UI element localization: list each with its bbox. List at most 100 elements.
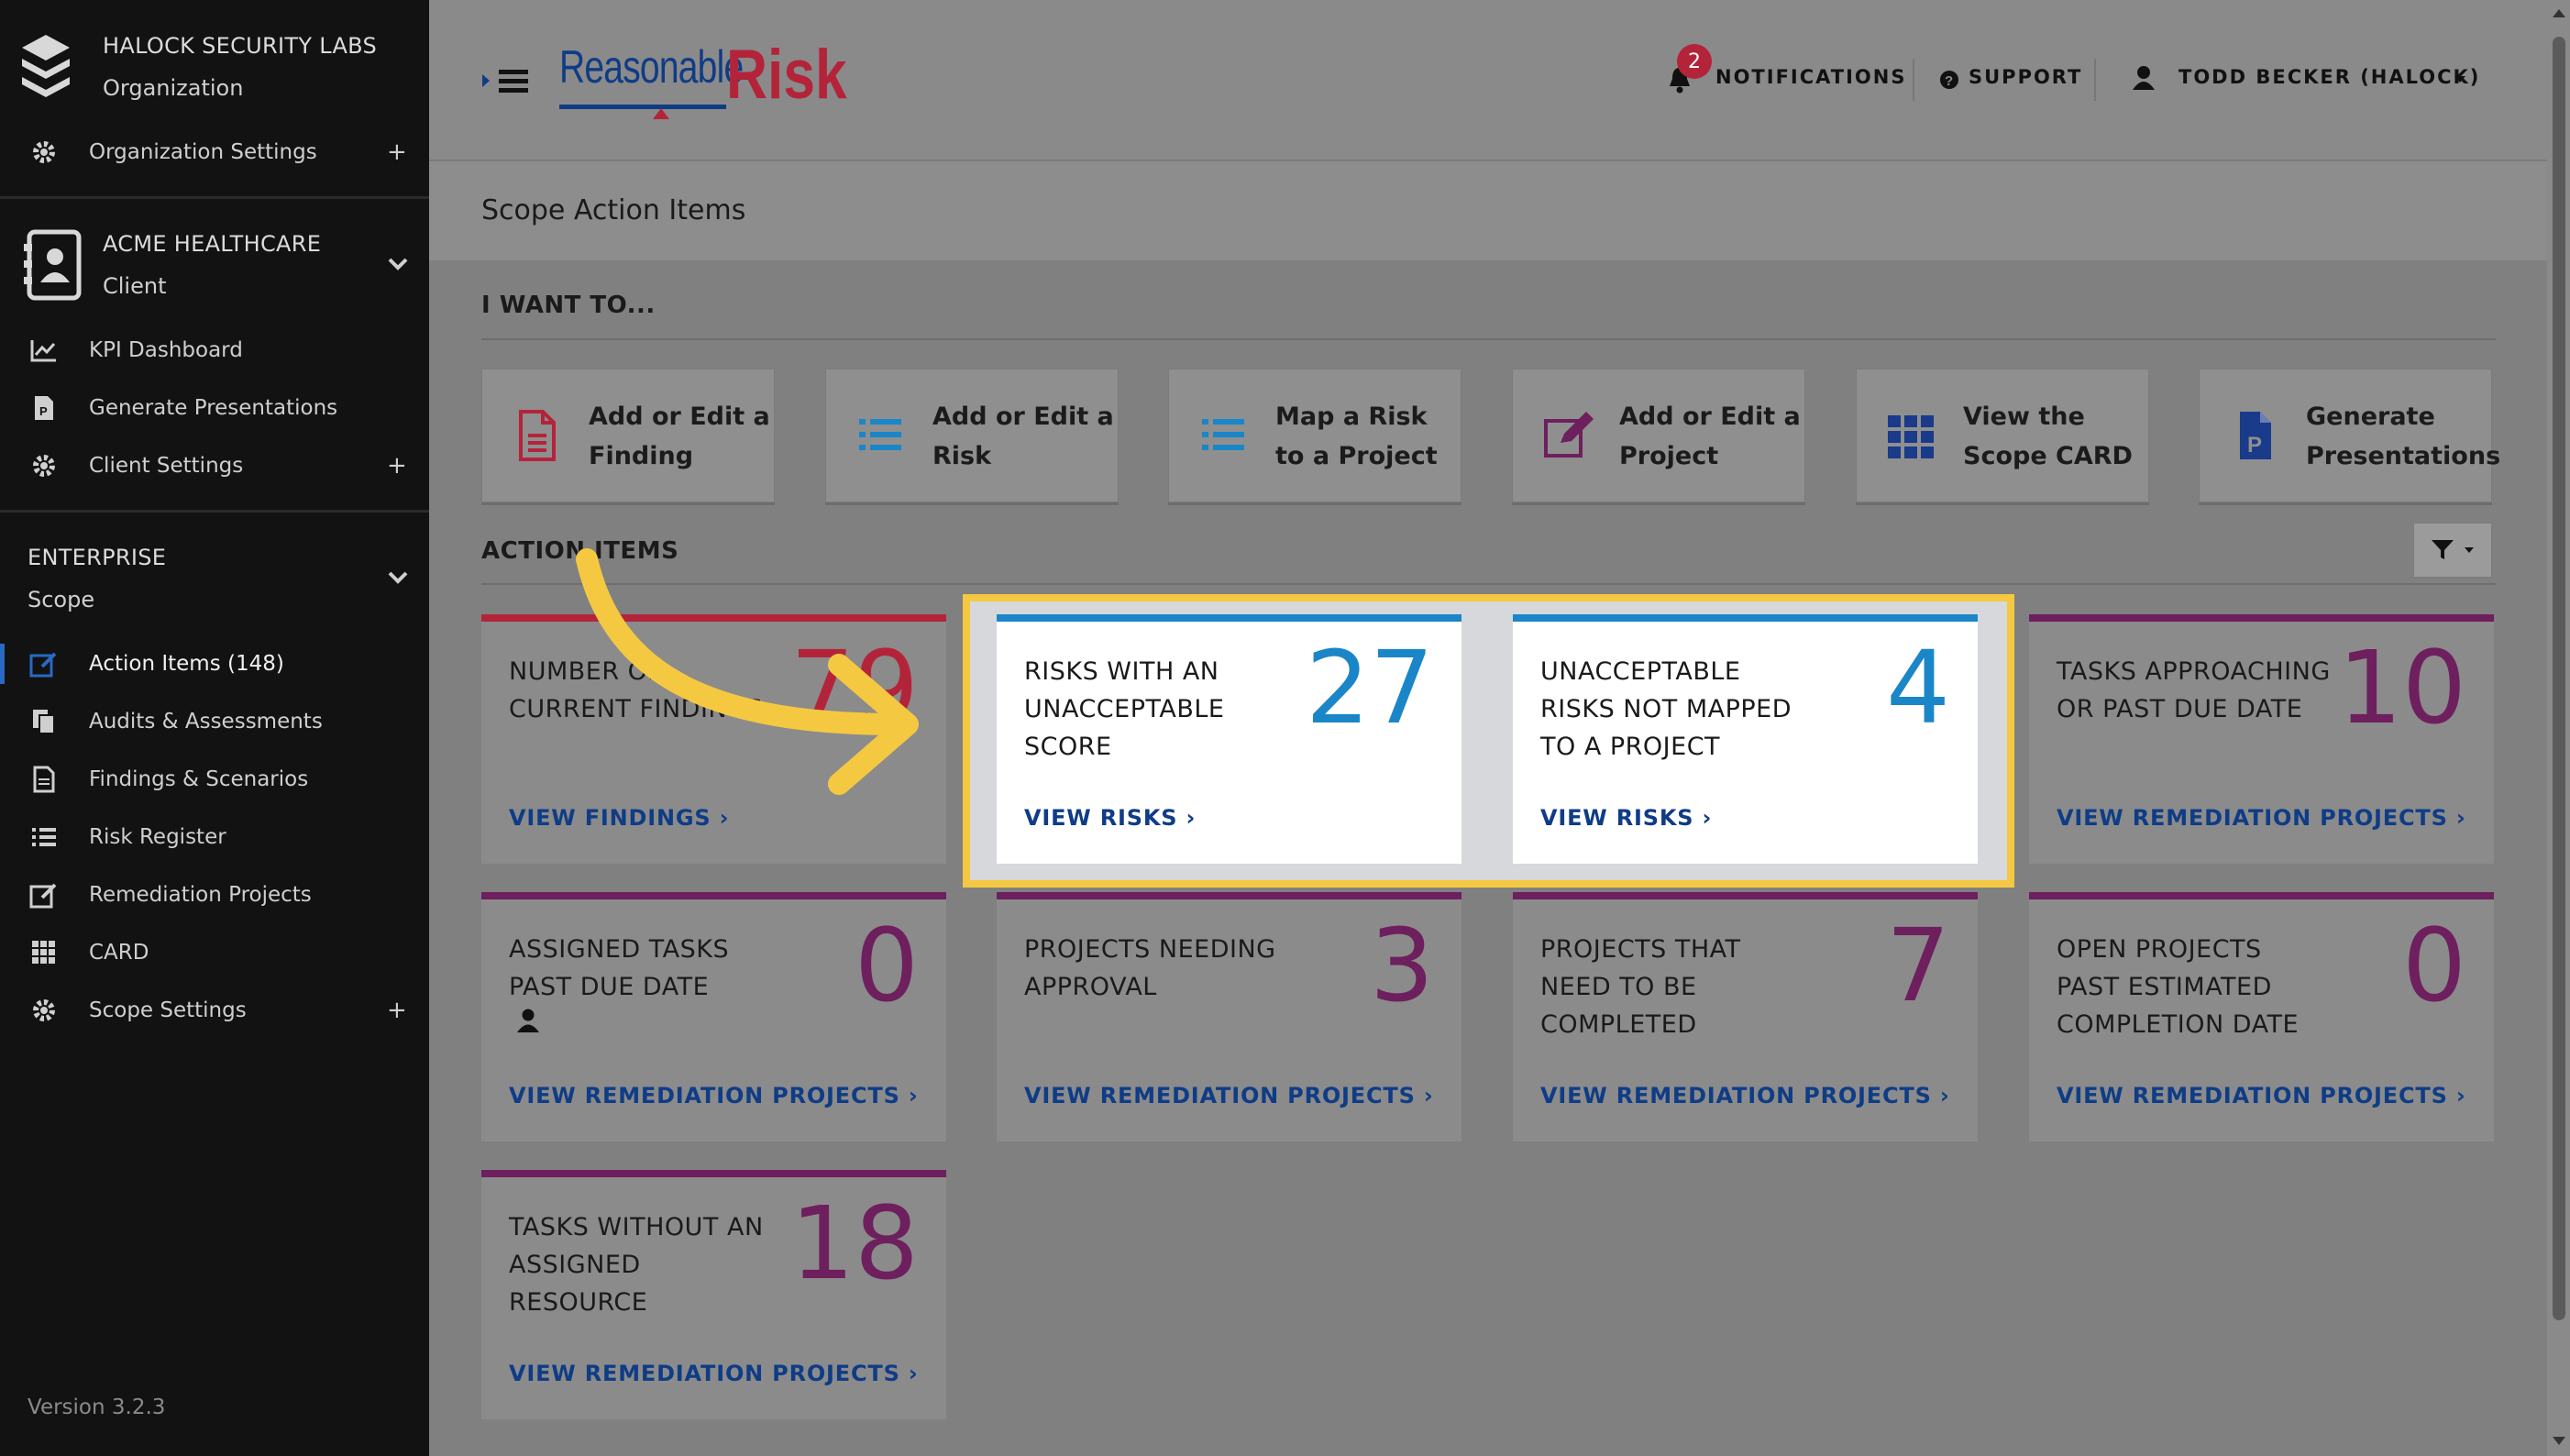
contact-card-icon [24, 229, 82, 301]
scroll-down-icon[interactable] [2552, 1436, 2566, 1447]
card-current-findings: NUMBER OF CURRENT FINDINGS 79 VIEW FINDI… [481, 614, 946, 864]
section-rule [481, 583, 2496, 585]
chart-line-icon [28, 334, 61, 367]
card-title: UNACCEPTABLE RISKS NOT MAPPED TO A PROJE… [1540, 657, 1792, 761]
card-unacceptable-risks: RISKS WITH AN UNACCEPTABLE SCORE 27 VIEW… [997, 614, 1461, 864]
sidebar-item-findings-scenarios[interactable]: Findings & Scenarios [0, 754, 429, 805]
client-type: Client [103, 273, 167, 299]
view-remediation-projects-link[interactable]: VIEW REMEDIATION PROJECTS › [1024, 1083, 1434, 1109]
card-value: 10 [2338, 629, 2466, 746]
support-label: SUPPORT [1969, 66, 2083, 88]
card-value: 3 [1370, 907, 1434, 1024]
card-open-projects-past-completion: OPEN PROJECTS PAST ESTIMATED COMPLETION … [2029, 892, 2494, 1142]
view-remediation-projects-link[interactable]: VIEW REMEDIATION PROJECTS › [509, 1361, 919, 1386]
sidebar-item-label: Client Settings [89, 454, 244, 478]
user-name: TODD BECKER (HALOCK) [2178, 66, 2481, 88]
view-remediation-projects-link[interactable]: VIEW REMEDIATION PROJECTS › [2057, 1083, 2466, 1109]
chevron-down-icon[interactable] [385, 565, 411, 590]
sidebar-item-client-settings[interactable]: Client Settings + [0, 440, 429, 491]
view-remediation-projects-link[interactable]: VIEW REMEDIATION PROJECTS › [509, 1083, 919, 1109]
expand-plus-icon[interactable]: + [387, 452, 407, 480]
document-icon [28, 763, 61, 796]
card-value: 4 [1886, 629, 1950, 746]
map-risk-to-project-button[interactable]: Map a Risk to a Project [1168, 369, 1461, 502]
reasonable-risk-logo[interactable]: Reasonable Risk [559, 36, 862, 121]
sidebar-item-remediation-projects[interactable]: Remediation Projects [0, 869, 429, 921]
list-icon [1202, 419, 1244, 450]
gear-icon [28, 136, 61, 169]
sidebar-item-label: CARD [89, 941, 149, 965]
header-separator [1913, 59, 1914, 101]
sidebar-item-label: Audits & Assessments [89, 710, 323, 734]
card-value: 0 [2402, 907, 2466, 1024]
card-title: NUMBER OF CURRENT FINDINGS [509, 657, 764, 723]
view-scope-card-button[interactable]: View the Scope CARD [1856, 369, 2149, 502]
action-label: Add or Edit a Project [1619, 403, 1801, 470]
section-rule [481, 338, 2496, 340]
add-edit-finding-button[interactable]: Add or Edit a Finding [481, 369, 775, 502]
sidebar-item-label: Action Items (148) [89, 652, 284, 676]
card-value: 7 [1886, 907, 1950, 1024]
expand-plus-icon[interactable]: + [387, 997, 407, 1024]
card-title: TASKS WITHOUT AN ASSIGNED RESOURCE [509, 1213, 764, 1317]
card-title: PROJECTS NEEDING APPROVAL [1024, 935, 1276, 1001]
expand-plus-icon[interactable]: + [387, 138, 407, 166]
sidebar-item-organization-settings[interactable]: Organization Settings + [0, 127, 429, 178]
sidebar-item-generate-presentations[interactable]: P Generate Presentations [0, 382, 429, 434]
client-name: ACME HEALTHCARE [103, 231, 322, 257]
presentation-file-icon: P [28, 392, 61, 425]
sidebar-divider [0, 510, 429, 513]
sidebar: HALOCK SECURITY LABS Organization Organi… [0, 0, 429, 1456]
card-accent-bar [1513, 892, 1978, 899]
filter-icon [2432, 540, 2454, 559]
chevron-down-icon[interactable] [385, 251, 411, 277]
header-separator [2094, 59, 2096, 101]
action-label: View the Scope CARD [1963, 403, 2133, 470]
view-remediation-projects-link[interactable]: VIEW REMEDIATION PROJECTS › [2057, 805, 2466, 831]
sidebar-divider [0, 196, 429, 199]
presentation-file-icon: P [2240, 412, 2271, 459]
logo-text-right: Risk [726, 36, 847, 114]
scope-name: ENTERPRISE [28, 545, 167, 570]
menu-collapse-icon [482, 70, 528, 93]
sidebar-item-label: Organization Settings [89, 140, 317, 164]
card-title: TASKS APPROACHING OR PAST DUE DATE [2057, 657, 2331, 723]
view-findings-link[interactable]: VIEW FINDINGS › [509, 805, 729, 831]
sidebar-item-card[interactable]: CARD [0, 927, 429, 978]
generate-presentations-button[interactable]: P Generate Presentations [2199, 369, 2500, 502]
card-title: OPEN PROJECTS PAST ESTIMATED COMPLETION … [2057, 935, 2300, 1039]
view-remediation-projects-link[interactable]: VIEW REMEDIATION PROJECTS › [1540, 1083, 1950, 1109]
card-projects-to-complete: PROJECTS THAT NEED TO BE COMPLETED 7 VIE… [1513, 892, 1978, 1142]
add-edit-risk-button[interactable]: Add or Edit a Risk [825, 369, 1119, 502]
svg-text:P: P [39, 404, 48, 418]
card-assigned-tasks-past-due: ASSIGNED TASKS PAST DUE DATE 0 VIEW REME… [481, 892, 946, 1142]
list-icon [859, 419, 901, 450]
scroll-up-icon[interactable] [2552, 7, 2566, 18]
card-value: 0 [855, 907, 919, 1024]
sidebar-item-scope-settings[interactable]: Scope Settings + [0, 985, 429, 1036]
scope-type: Scope [28, 587, 95, 612]
card-projects-needing-approval: PROJECTS NEEDING APPROVAL 3 VIEW REMEDIA… [997, 892, 1461, 1142]
card-accent-bar [2029, 614, 2494, 622]
card-accent-bar [997, 614, 1461, 622]
document-icon [519, 410, 556, 461]
logo-underline [559, 105, 726, 109]
sidebar-toggle-button[interactable] [480, 62, 532, 99]
question-circle-icon: ? [1940, 71, 1958, 89]
sidebar-item-action-items[interactable]: Action Items (148) [0, 638, 429, 689]
sidebar-item-kpi-dashboard[interactable]: KPI Dashboard [0, 325, 429, 376]
sidebar-item-label: Risk Register [89, 825, 226, 849]
version-label: Version 3.2.3 [28, 1395, 166, 1419]
view-risks-link[interactable]: VIEW RISKS › [1540, 805, 1712, 831]
notification-count-badge: 2 [1677, 44, 1712, 79]
scrollbar-thumb[interactable] [2553, 37, 2565, 1320]
sidebar-item-audits-assessments[interactable]: Audits & Assessments [0, 696, 429, 747]
card-value: 27 [1306, 629, 1434, 746]
page-title: Scope Action Items [481, 194, 746, 226]
card-accent-bar [2029, 892, 2494, 899]
add-edit-project-button[interactable]: Add or Edit a Project [1512, 369, 1805, 502]
sidebar-item-risk-register[interactable]: Risk Register [0, 811, 429, 863]
filter-dropdown-button[interactable] [2413, 523, 2492, 578]
action-label: Add or Edit a Risk [932, 403, 1114, 470]
view-risks-link[interactable]: VIEW RISKS › [1024, 805, 1196, 831]
